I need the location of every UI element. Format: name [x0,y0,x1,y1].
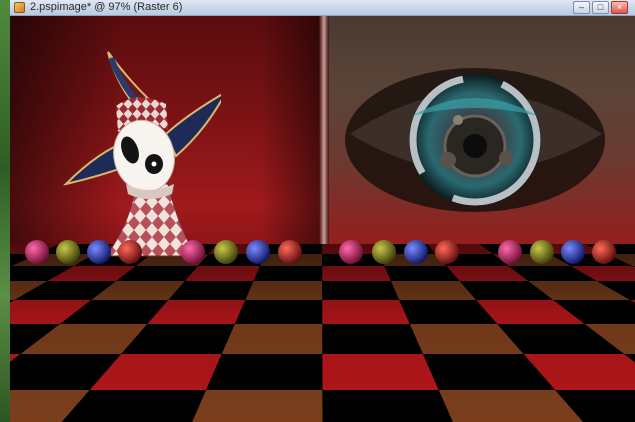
decorative-ball [278,240,302,264]
harlequin-jester-figure [62,51,221,257]
decorative-ball [56,240,80,264]
decorative-ball [498,240,522,264]
mechanical-eye [345,68,605,212]
decorative-ball [246,240,270,264]
decorative-ball [181,240,205,264]
decorative-ball [87,240,111,264]
image-canvas[interactable] [10,16,635,422]
decorative-ball [118,240,142,264]
minimize-button[interactable]: – [573,1,590,14]
decorative-ball-row [25,240,616,264]
close-icon: × [616,2,623,12]
decorative-ball [404,240,428,264]
maximize-button[interactable]: □ [592,1,609,14]
decorative-ball [561,240,585,264]
decorative-ball [435,240,459,264]
decorative-ball [372,240,396,264]
psp-image-icon [14,2,25,13]
window-title: 2.pspimage* @ 97% (Raster 6) [30,1,183,13]
decorative-ball [592,240,616,264]
close-button[interactable]: × [611,1,628,14]
decorative-ball [25,240,49,264]
maximize-icon: □ [597,2,604,12]
decorative-ball [530,240,554,264]
decorative-ball [214,240,238,264]
window-titlebar[interactable]: 2.pspimage* @ 97% (Raster 6) – □ × [10,0,635,16]
checkered-floor [10,244,635,422]
image-window: 2.pspimage* @ 97% (Raster 6) – □ × [10,0,635,422]
decorative-ball [339,240,363,264]
center-pillar [319,16,329,254]
desktop-background-strip [0,0,10,422]
minimize-icon: – [578,2,584,12]
